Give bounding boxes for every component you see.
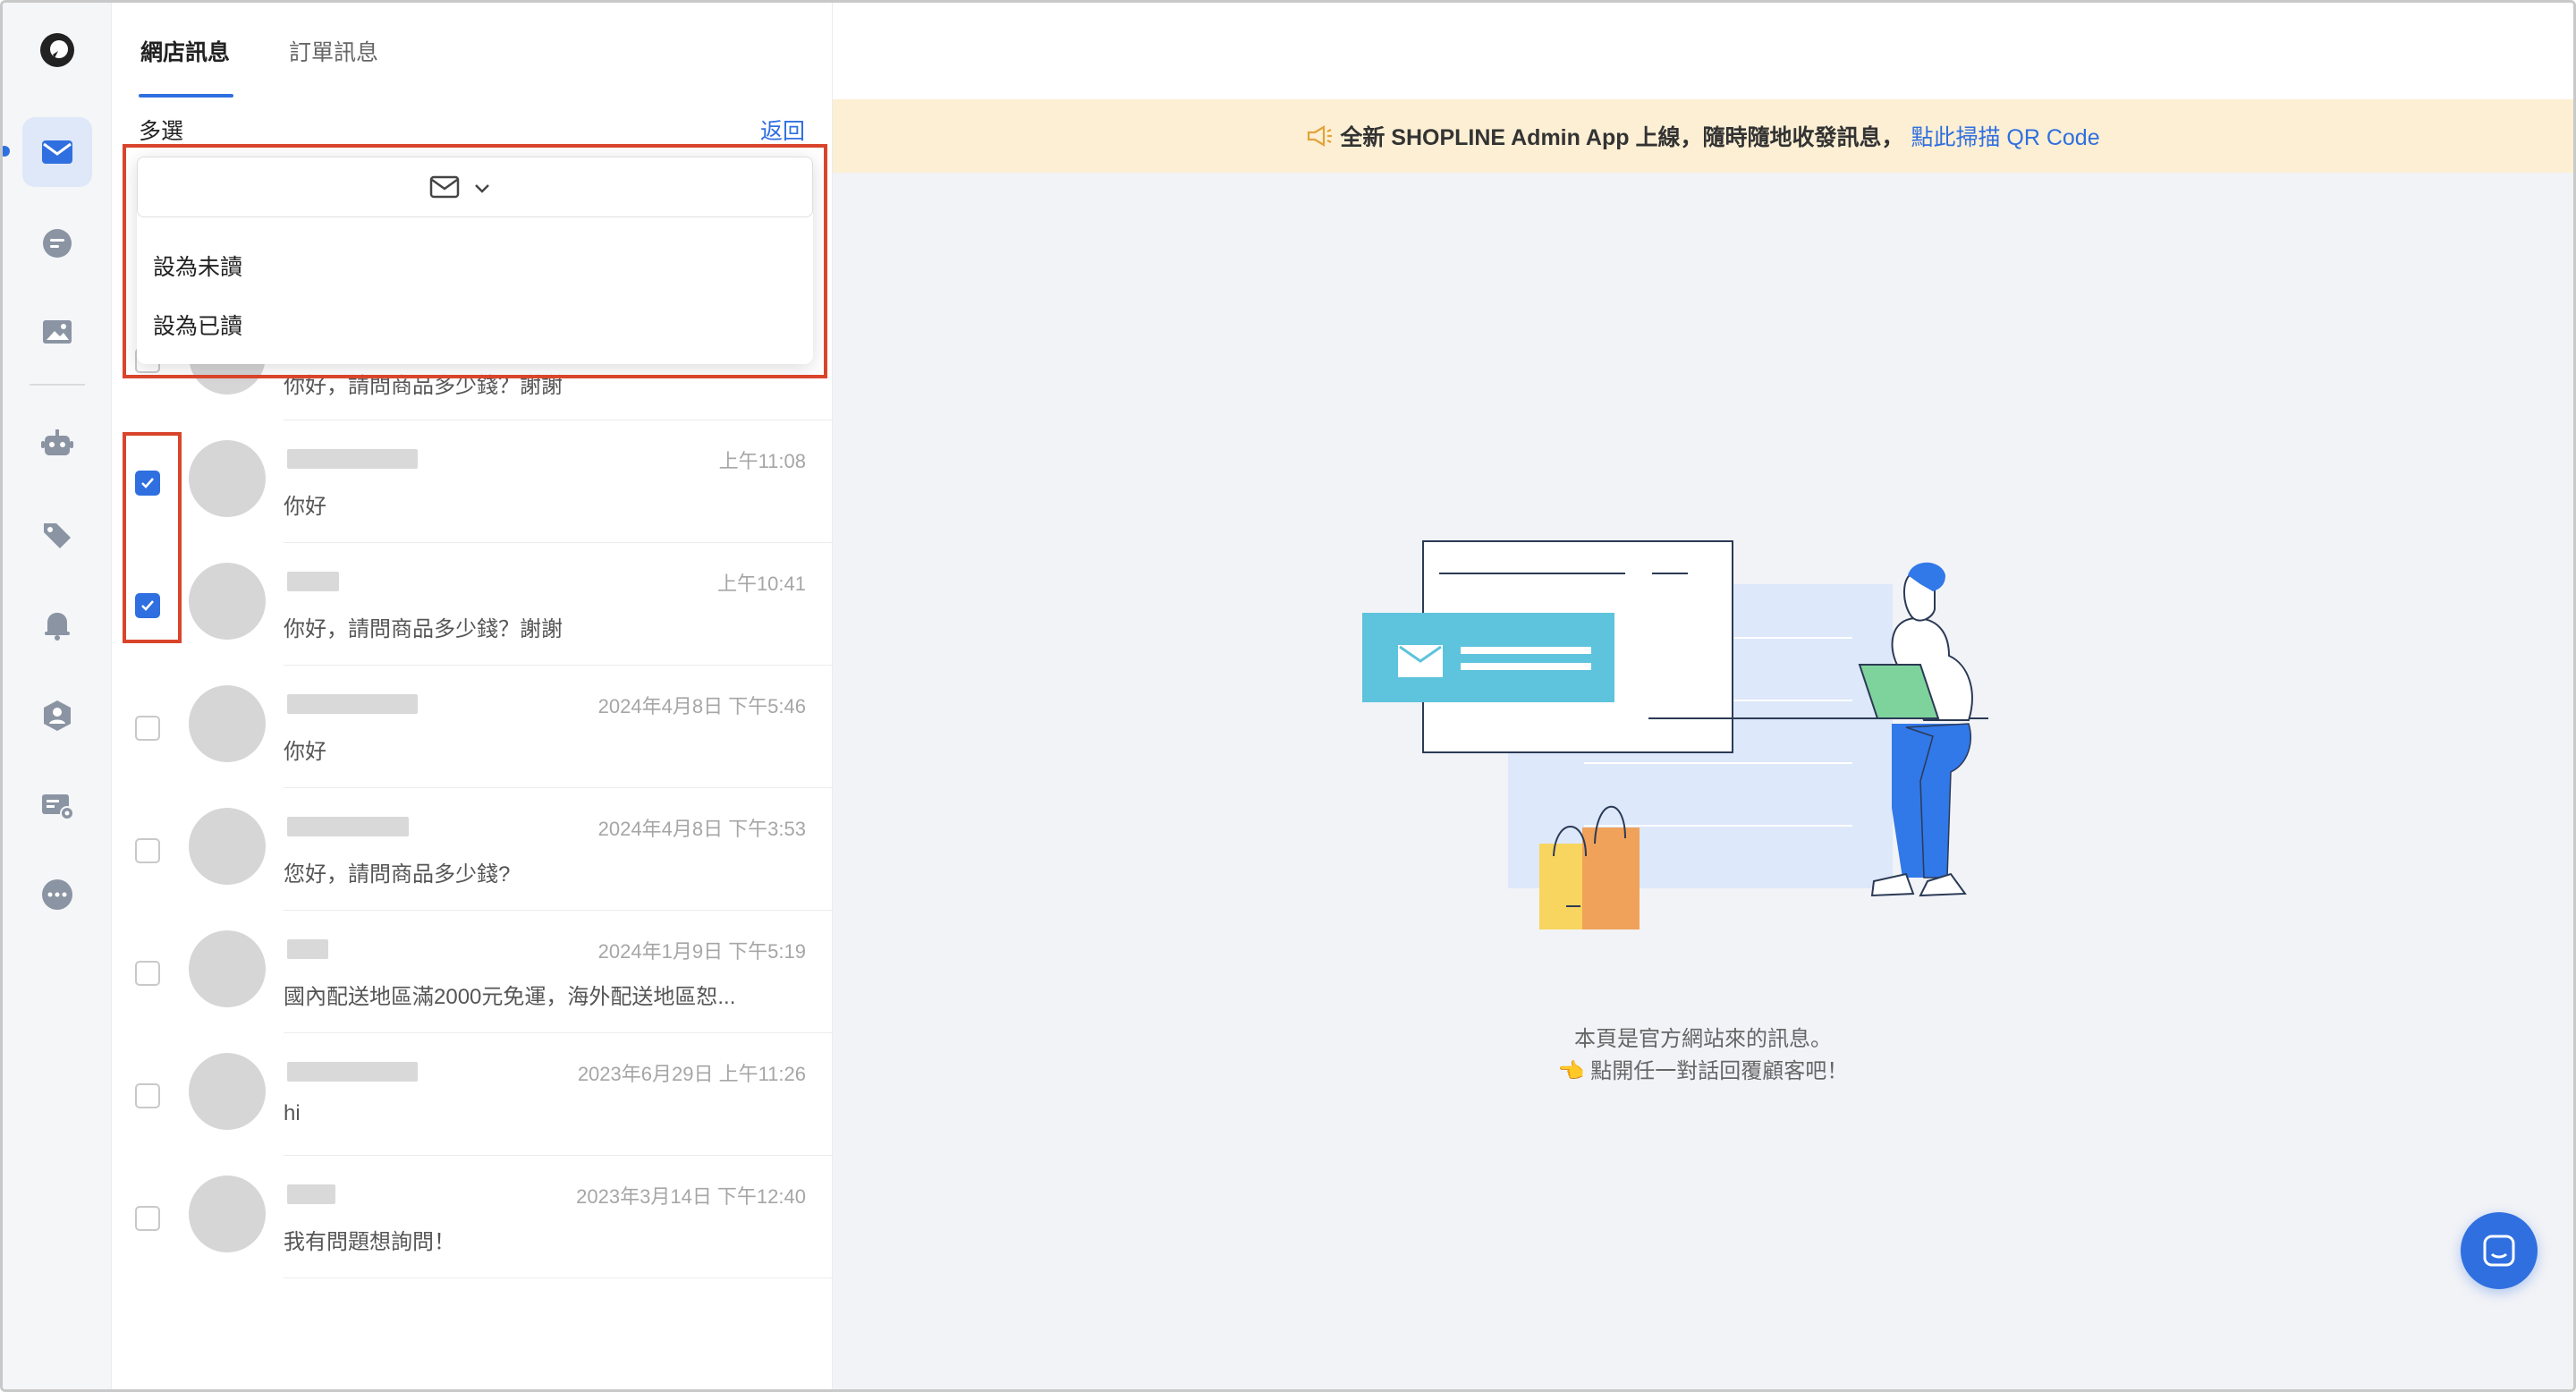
list-item[interactable]: 2023年6月29日 上午11:26 hi: [112, 1033, 833, 1156]
check-icon: [141, 478, 154, 488]
rail-item-bot[interactable]: [22, 409, 92, 479]
customer-name-redacted: [287, 572, 339, 591]
list-item[interactable]: 2024年4月8日 下午5:46 你好: [112, 666, 833, 788]
message-preview: 國內配送地區滿2000元免運，海外配送地區恕...: [284, 985, 736, 1009]
more-icon: [42, 879, 72, 910]
icon-rail: [3, 3, 112, 1389]
banner-text: 全新 SHOPLINE Admin App 上線，隨時隨地收發訊息，: [1340, 125, 1904, 150]
active-indicator: [3, 146, 10, 157]
row-divider: [284, 1277, 833, 1278]
row-checkbox[interactable]: [135, 838, 160, 863]
empty-state-line-1: 本頁是官方網站來的訊息。: [1574, 1027, 1832, 1051]
customer-name-redacted: [287, 1062, 418, 1082]
message-tabs: 網店訊息 訂單訊息: [112, 3, 833, 99]
message-preview: 你好，請問商品多少錢？謝謝: [284, 617, 563, 641]
app-logo-icon[interactable]: [38, 31, 76, 69]
app-promo-banner: 全新 SHOPLINE Admin App 上線，隨時隨地收發訊息， 點此掃描 …: [833, 99, 2573, 173]
message-preview: 您好，請問商品多少錢?: [284, 862, 511, 887]
top-bar: [833, 3, 2573, 99]
rail-item-messages[interactable]: [22, 117, 92, 187]
qr-code-link[interactable]: 點此掃描 QR Code: [1911, 120, 2099, 152]
check-icon: [141, 600, 154, 611]
customer-name-redacted: [287, 817, 409, 836]
rail-item-tickets[interactable]: [22, 770, 92, 840]
list-item[interactable]: 2024年1月9日 下午5:19 國內配送地區滿2000元免運，海外配送地區恕.…: [112, 911, 833, 1033]
rail-item-team[interactable]: [22, 681, 92, 751]
row-checkbox[interactable]: [135, 1206, 160, 1231]
message-preview: 你好: [284, 495, 326, 519]
row-checkbox[interactable]: [135, 471, 160, 496]
row-checkbox[interactable]: [135, 1083, 160, 1108]
list-item[interactable]: 上午10:41 你好，請問商品多少錢？謝謝: [112, 543, 833, 666]
customer-name-redacted: [287, 939, 328, 959]
rail-item-tags[interactable]: [22, 500, 92, 570]
message-time: 2024年1月9日 下午5:19: [597, 940, 806, 963]
row-checkbox[interactable]: [135, 961, 160, 986]
message-time: 2023年3月14日 下午12:40: [576, 1185, 806, 1208]
chat-icon: [43, 229, 72, 258]
ticket-icon: [42, 794, 74, 820]
rail-item-notifications[interactable]: [22, 590, 92, 659]
list-item[interactable]: 2024年4月8日 下午3:53 您好，請問商品多少錢?: [112, 788, 833, 911]
avatar: [189, 808, 266, 885]
bot-icon: [41, 429, 73, 455]
menu-item-mark-unread[interactable]: 設為未讀: [153, 250, 242, 282]
tab-store-messages[interactable]: 網店訊息: [140, 35, 230, 67]
message-time: 上午11:08: [718, 450, 806, 472]
avatar: [189, 440, 266, 517]
row-checkbox[interactable]: [135, 593, 160, 618]
message-time: 2023年6月29日 上午11:26: [577, 1063, 806, 1085]
team-icon: [44, 700, 71, 731]
rail-divider: [30, 384, 85, 386]
avatar: [189, 930, 266, 1007]
avatar: [189, 685, 266, 762]
avatar: [189, 1053, 266, 1130]
empty-state-illustration: [1362, 540, 1988, 929]
image-icon: [43, 320, 72, 344]
list-item[interactable]: 2023年3月14日 下午12:40 我有問題想詢問！: [112, 1156, 833, 1278]
messenger-icon: [2483, 1235, 2515, 1267]
tag-icon: [44, 523, 71, 548]
bell-icon: [45, 613, 70, 641]
customer-name-redacted: [287, 449, 418, 469]
support-chat-button[interactable]: [2461, 1212, 2538, 1289]
message-time: 上午10:41: [716, 573, 806, 595]
mail-icon: [429, 175, 460, 199]
message-detail-area: 全新 SHOPLINE Admin App 上線，隨時隨地收發訊息， 點此掃描 …: [833, 3, 2573, 1389]
message-preview: 你好: [284, 740, 326, 764]
message-preview: 我有問題想詢問！: [284, 1230, 455, 1254]
multi-select-label: 多選: [139, 119, 184, 144]
rail-item-chat[interactable]: [22, 208, 92, 278]
mail-icon: [42, 140, 72, 164]
rail-item-more[interactable]: [22, 860, 92, 929]
avatar: [189, 1176, 266, 1252]
mark-as-dropdown-trigger[interactable]: [137, 157, 813, 217]
mark-as-dropdown: 設為未讀 設為已讀: [137, 157, 813, 364]
chevron-down-icon: [475, 184, 489, 193]
rail-item-media[interactable]: [22, 298, 92, 368]
message-preview: 你好，請問商品多少錢？謝謝: [284, 374, 563, 398]
back-link[interactable]: 返回: [760, 114, 805, 146]
message-time: 2024年4月8日 下午5:46: [597, 695, 806, 717]
list-item[interactable]: 上午11:08 你好: [112, 420, 833, 543]
empty-state-line-2: 👈 點開任一對話回覆顧客吧！: [1557, 1059, 1849, 1083]
menu-item-mark-read[interactable]: 設為已讀: [153, 309, 242, 341]
message-preview: hi: [284, 1101, 301, 1125]
app-window: 網店訊息 訂單訊息 多選 返回 你好，請問商品多少錢？謝謝 上午11:08 你好: [0, 0, 2576, 1392]
avatar: [189, 563, 266, 640]
megaphone-icon: [1308, 125, 1333, 147]
customer-name-redacted: [287, 694, 418, 714]
active-tab-underline: [139, 94, 233, 98]
message-time: 2024年4月8日 下午3:53: [597, 818, 806, 840]
row-checkbox[interactable]: [135, 716, 160, 741]
customer-name-redacted: [287, 1184, 335, 1204]
tab-order-messages[interactable]: 訂單訊息: [289, 35, 378, 67]
